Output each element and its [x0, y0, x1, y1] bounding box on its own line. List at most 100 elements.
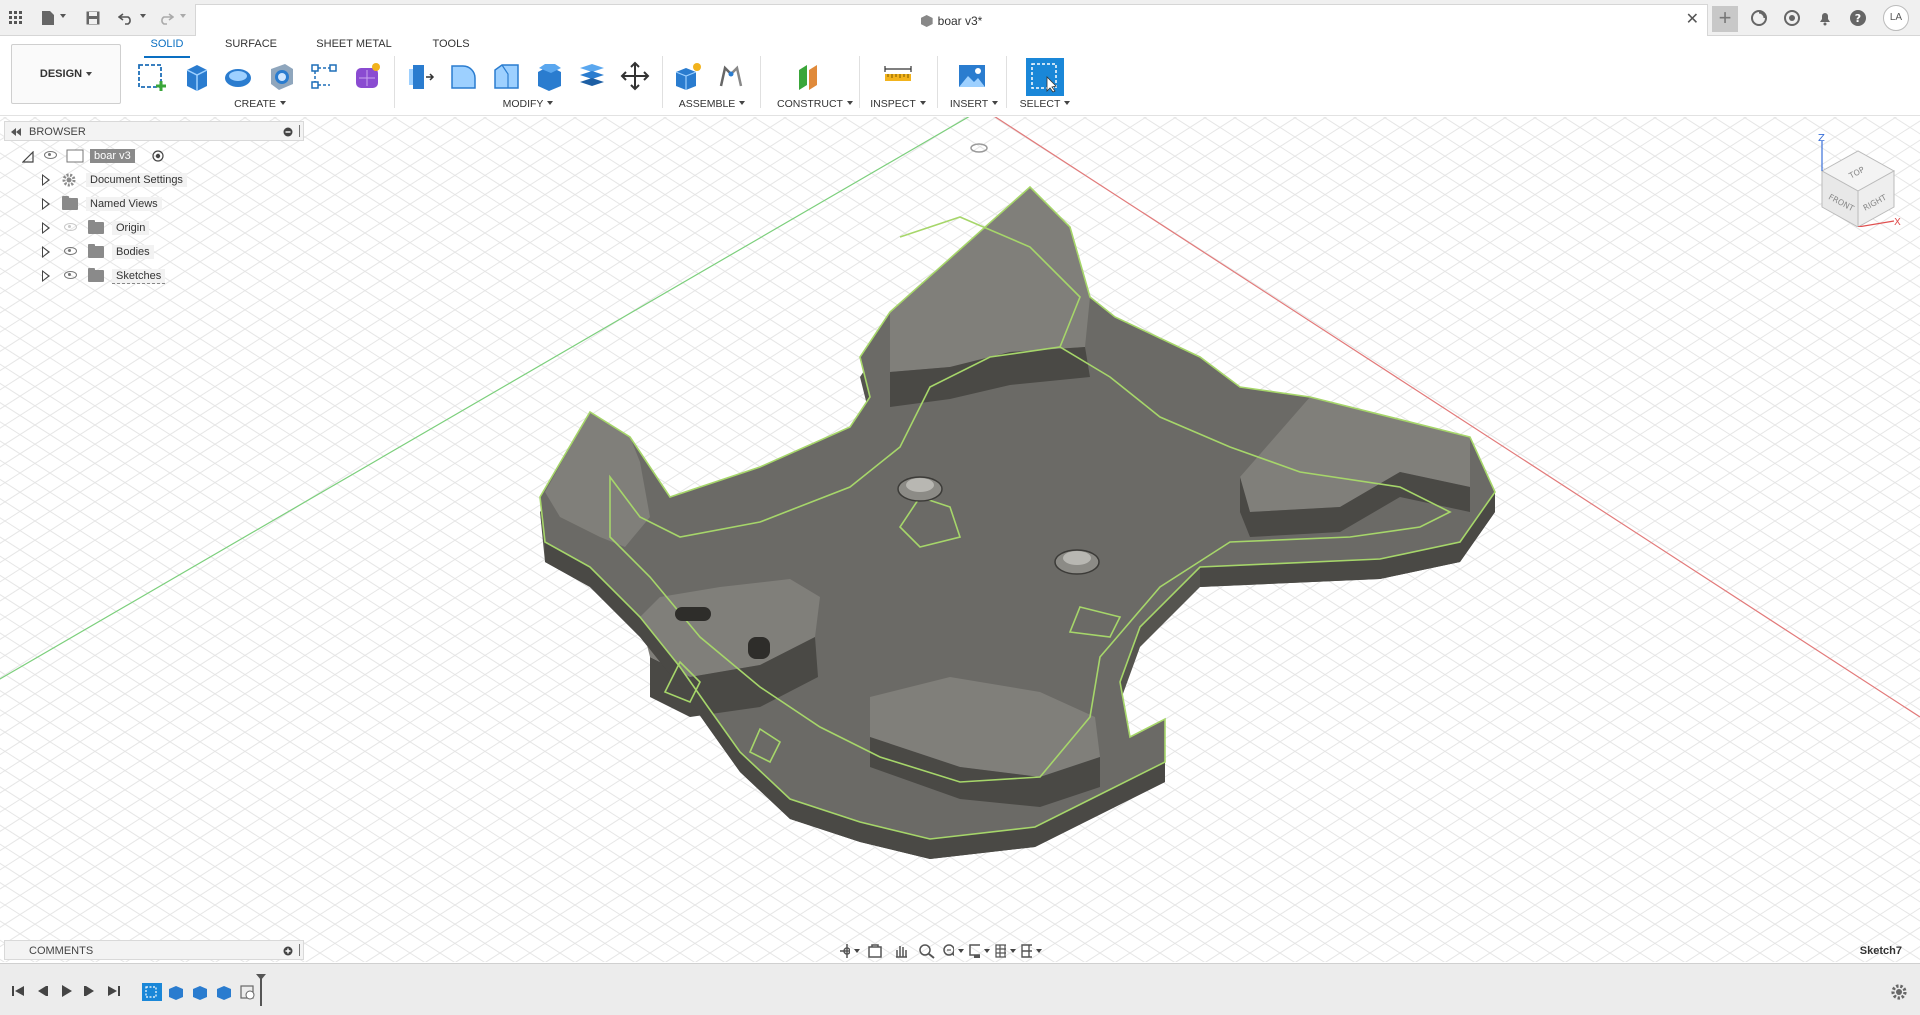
press-pull-button[interactable]	[402, 58, 438, 94]
zoom-icon[interactable]	[916, 942, 938, 960]
help-icon[interactable]: ?	[1848, 8, 1868, 28]
chevron-down-icon[interactable]	[958, 949, 964, 953]
timeline-marker[interactable]	[260, 978, 262, 1006]
grid-snaps-icon[interactable]	[994, 942, 1016, 960]
job-status-icon[interactable]	[1782, 8, 1802, 28]
redo-caret-icon[interactable]	[180, 14, 186, 18]
inspect-menu[interactable]: INSPECT	[868, 98, 928, 110]
viewcube[interactable]: TOP FRONT RIGHT Z X	[1808, 131, 1904, 227]
insert-image-button[interactable]	[954, 58, 990, 94]
new-tab-button[interactable]: +	[1712, 6, 1738, 32]
minimize-panel-icon[interactable]	[283, 127, 293, 137]
timeline-previous-icon[interactable]	[34, 983, 50, 999]
tree-expand-icon[interactable]	[42, 198, 50, 210]
timeline-first-icon[interactable]	[10, 983, 26, 999]
construct-menu[interactable]: CONSTRUCT	[770, 98, 860, 110]
timeline-feature-sketch[interactable]	[238, 983, 258, 1001]
shell-button[interactable]	[531, 58, 567, 94]
offset-plane-button[interactable]	[791, 58, 827, 94]
workspace-switcher-button[interactable]: DESIGN	[11, 44, 121, 104]
select-button[interactable]	[1026, 58, 1064, 96]
revolve-button[interactable]	[220, 58, 256, 94]
tree-item-label: Bodies	[112, 245, 154, 259]
timeline-feature-extrude[interactable]	[214, 983, 234, 1001]
tree-item-bodies[interactable]: Bodies	[4, 241, 304, 263]
save-icon[interactable]	[83, 8, 103, 28]
chamfer-button[interactable]	[488, 58, 524, 94]
document-tab[interactable]: boar v3* ✕	[195, 4, 1708, 36]
modify-menu[interactable]: MODIFY	[498, 98, 558, 110]
user-avatar[interactable]: LA	[1883, 5, 1909, 31]
gear-icon[interactable]	[1890, 983, 1908, 1001]
close-tab-icon[interactable]: ✕	[1686, 12, 1699, 28]
tree-item-named-views[interactable]: Named Views	[4, 193, 304, 215]
extensions-icon[interactable]	[1749, 8, 1769, 28]
move-copy-button[interactable]	[617, 58, 653, 94]
assemble-menu[interactable]: ASSEMBLE	[674, 98, 750, 110]
measure-button[interactable]	[880, 58, 916, 94]
tab-sheet-metal[interactable]: SHEET METAL	[316, 36, 392, 58]
pin-panel-icon[interactable]	[299, 125, 300, 137]
combine-button[interactable]	[574, 58, 610, 94]
comments-panel[interactable]: COMMENTS	[4, 940, 304, 960]
browser-panel: BROWSER boar v3 Document Settings Named …	[4, 121, 304, 291]
chevron-down-icon[interactable]	[854, 949, 860, 953]
tree-expand-icon[interactable]	[42, 222, 50, 234]
chevron-down-icon[interactable]	[984, 949, 990, 953]
select-menu[interactable]: SELECT	[1016, 98, 1074, 110]
create-form-button[interactable]	[349, 58, 385, 94]
file-menu-caret-icon[interactable]	[60, 14, 66, 18]
tree-collapse-icon[interactable]	[22, 151, 34, 163]
file-menu-icon[interactable]	[38, 8, 58, 28]
tree-expand-icon[interactable]	[42, 246, 50, 258]
visibility-eye-icon[interactable]	[64, 247, 77, 255]
fit-zoom-icon[interactable]	[942, 942, 964, 960]
notifications-bell-icon[interactable]	[1815, 8, 1835, 28]
timeline-marker-handle-icon[interactable]	[256, 974, 266, 980]
tree-root-boar-v3[interactable]: boar v3	[4, 145, 304, 167]
insert-menu[interactable]: INSERT	[946, 98, 1002, 110]
timeline-feature-extrude[interactable]	[190, 983, 210, 1001]
redo-icon[interactable]	[156, 8, 176, 28]
visibility-eye-icon[interactable]	[44, 151, 57, 159]
display-settings-icon[interactable]	[968, 942, 990, 960]
chevron-down-icon[interactable]	[1010, 949, 1016, 953]
pan-hand-icon[interactable]	[890, 942, 912, 960]
tab-surface[interactable]: SURFACE	[222, 36, 280, 58]
extrude-button[interactable]	[177, 58, 213, 94]
create-sketch-button[interactable]	[134, 58, 170, 94]
tab-tools[interactable]: TOOLS	[428, 36, 474, 58]
tree-item-sketches[interactable]: Sketches	[4, 265, 304, 287]
timeline-feature-sketch[interactable]	[142, 983, 162, 1001]
tree-item-origin[interactable]: Origin	[4, 217, 304, 239]
timeline-feature-extrude[interactable]	[166, 983, 186, 1001]
activate-component-icon[interactable]	[152, 150, 164, 162]
orbit-icon[interactable]	[838, 942, 860, 960]
tree-expand-icon[interactable]	[42, 270, 50, 282]
app-grid-icon[interactable]	[6, 8, 26, 28]
look-at-icon[interactable]	[864, 942, 886, 960]
tree-item-document-settings[interactable]: Document Settings	[4, 169, 304, 191]
fillet-button[interactable]	[445, 58, 481, 94]
timeline-play-icon[interactable]	[58, 983, 74, 999]
tree-expand-icon[interactable]	[42, 174, 50, 186]
axis-x-label: X	[1894, 217, 1901, 227]
collapse-panel-icon[interactable]	[10, 127, 22, 137]
tab-solid[interactable]: SOLID	[144, 36, 190, 58]
viewports-icon[interactable]	[1020, 942, 1042, 960]
add-comment-icon[interactable]	[283, 946, 293, 956]
rib-pattern-button[interactable]	[306, 58, 342, 94]
chevron-down-icon[interactable]	[1036, 949, 1042, 953]
joint-button[interactable]	[713, 58, 749, 94]
pin-panel-icon[interactable]	[299, 944, 300, 956]
timeline-next-icon[interactable]	[82, 983, 98, 999]
visibility-eye-icon[interactable]	[64, 271, 77, 279]
undo-icon[interactable]	[116, 8, 136, 28]
visibility-eye-icon[interactable]	[64, 223, 77, 231]
create-menu[interactable]: CREATE	[230, 98, 290, 110]
boar-body[interactable]	[539, 185, 1496, 859]
sweep-button[interactable]	[263, 58, 299, 94]
new-component-button[interactable]	[670, 58, 706, 94]
undo-caret-icon[interactable]	[140, 14, 146, 18]
timeline-last-icon[interactable]	[106, 983, 122, 999]
